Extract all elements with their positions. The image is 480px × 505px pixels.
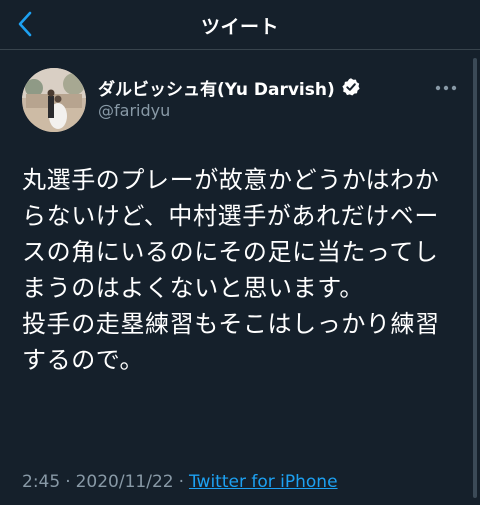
verified-badge-icon [342,78,360,96]
tweet-metadata: 2:45 · 2020/11/22 · Twitter for iPhone [22,468,338,496]
more-options-button[interactable] [432,78,460,98]
author-name-row[interactable]: ダルビッシュ有(Yu Darvish) [98,74,361,100]
scrollbar[interactable] [473,58,477,498]
meta-separator-2: · [178,472,184,492]
author-display-name[interactable]: ダルビッシュ有(Yu Darvish) [98,75,335,100]
page-title: ツイート [200,15,279,38]
more-horizontal-icon [435,85,457,91]
meta-separator: · [65,472,71,492]
tweet-time[interactable]: 2:45 [22,472,60,492]
profile-photo-icon [22,68,86,132]
tweet-source-link[interactable]: Twitter for iPhone [189,472,338,492]
tweet-date[interactable]: 2020/11/22 [76,472,174,492]
tweet-text: 丸選手のプレーが故意かどうかはわからないけど、中村選手があれだけベースの角にいる… [22,166,440,374]
author-handle[interactable]: @faridyu [98,101,170,120]
top-navigation-bar: ツイート [0,0,480,50]
avatar[interactable] [22,68,86,132]
